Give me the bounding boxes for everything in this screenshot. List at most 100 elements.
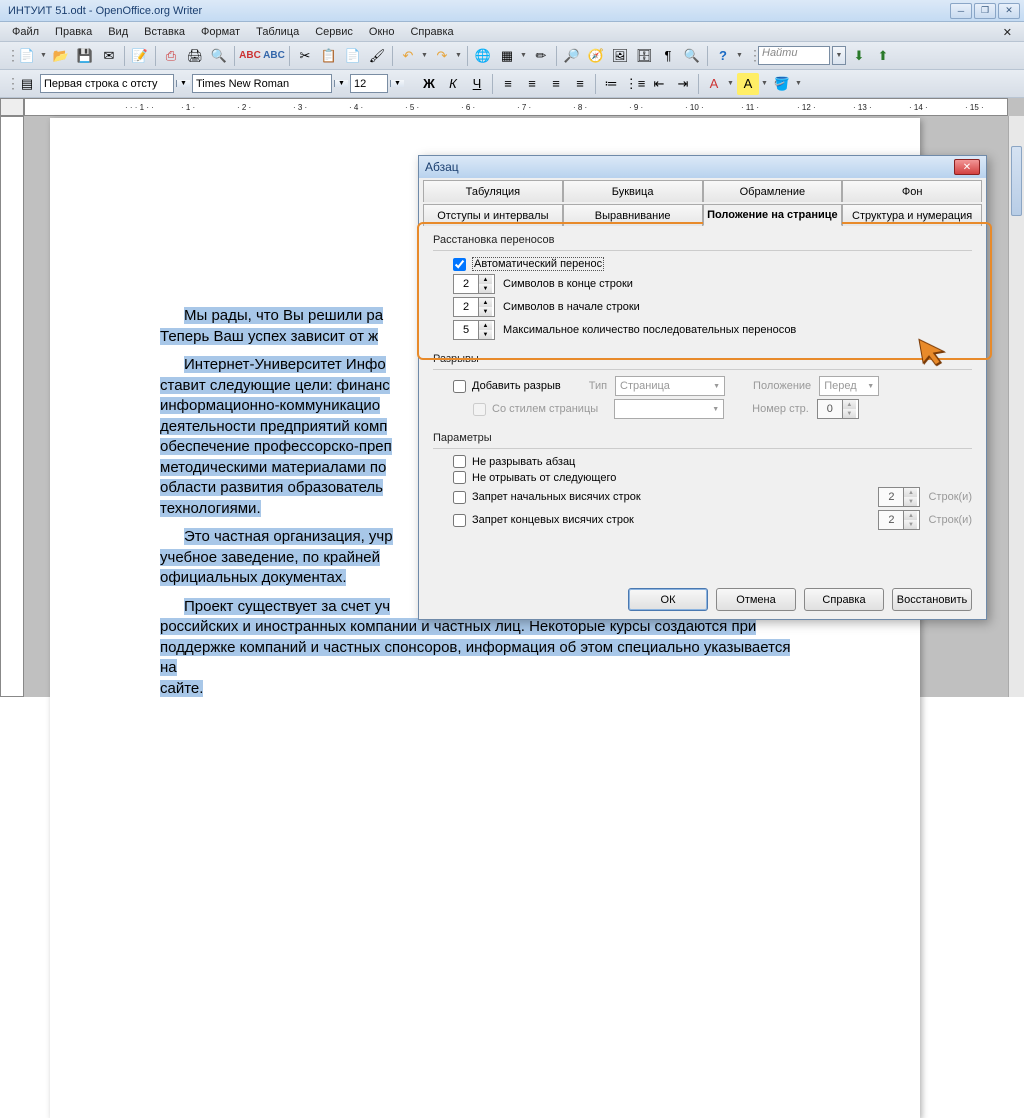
auto-hyphenation-checkbox[interactable]: Автоматический перенос bbox=[453, 257, 972, 271]
orphan-checkbox[interactable]: Запрет начальных висячих строк bbox=[453, 491, 641, 504]
insert-break-checkbox[interactable]: Добавить разрыв bbox=[453, 380, 561, 393]
bold-icon[interactable]: Ж bbox=[418, 73, 440, 95]
menu-table[interactable]: Таблица bbox=[248, 24, 307, 40]
tab-background[interactable]: Фон bbox=[842, 180, 982, 202]
drawing-icon[interactable]: ✏ bbox=[530, 45, 552, 67]
help-button[interactable]: Справка bbox=[804, 588, 884, 611]
dialog-close-button[interactable]: ✕ bbox=[954, 159, 980, 175]
print-icon[interactable]: 🖨 bbox=[184, 45, 206, 67]
menu-help[interactable]: Справка bbox=[402, 24, 461, 40]
horizontal-ruler[interactable]: · · · 1 · ·· 1 ·· 2 ·· 3 ·· 4 ·· 5 ·· 6 … bbox=[24, 98, 1008, 116]
max-hyphens-spinner[interactable]: ▲▼ bbox=[453, 320, 495, 340]
tab-indents[interactable]: Отступы и интервалы bbox=[423, 204, 563, 226]
tab-textflow[interactable]: Положение на странице bbox=[703, 204, 843, 226]
bg-color-icon[interactable]: 🪣 bbox=[771, 73, 793, 95]
align-center-icon[interactable]: ≡ bbox=[521, 73, 543, 95]
document-close-icon[interactable]: ✕ bbox=[995, 24, 1020, 41]
widow-checkbox[interactable]: Запрет концевых висячих строк bbox=[453, 514, 634, 527]
open-icon[interactable]: 📂 bbox=[50, 45, 72, 67]
tab-numbering[interactable]: Структура и нумерация bbox=[842, 204, 982, 226]
menu-insert[interactable]: Вставка bbox=[136, 24, 193, 40]
navigator-icon[interactable]: 🧭 bbox=[585, 45, 607, 67]
new-doc-icon[interactable]: 📄 bbox=[16, 45, 38, 67]
save-icon[interactable]: 💾 bbox=[74, 45, 96, 67]
tab-tabulation[interactable]: Табуляция bbox=[423, 180, 563, 202]
breaks-group: Разрывы Добавить разрыв Тип Страница▼ По… bbox=[433, 353, 972, 432]
search-up-icon[interactable]: ⬆ bbox=[872, 45, 894, 67]
paste-icon[interactable]: 📄 bbox=[342, 45, 364, 67]
keep-together-checkbox[interactable]: Не разрывать абзац bbox=[453, 455, 575, 468]
highlight-color-icon[interactable]: A bbox=[737, 73, 759, 95]
preview-icon[interactable]: 🔍 bbox=[208, 45, 230, 67]
start-chars-spinner[interactable]: ▲▼ bbox=[453, 297, 495, 317]
keep-next-checkbox[interactable]: Не отрывать от следующего bbox=[453, 471, 616, 484]
max-hyphens-label: Максимальное количество последовательных… bbox=[503, 324, 796, 336]
bullet-list-icon[interactable]: ⋮≡ bbox=[624, 73, 646, 95]
pdf-icon[interactable]: ⎙ bbox=[160, 45, 182, 67]
tab-dropcap[interactable]: Буквица bbox=[563, 180, 703, 202]
toolbar-handle-3[interactable] bbox=[6, 73, 12, 95]
search-down-icon[interactable]: ⬇ bbox=[848, 45, 870, 67]
increase-indent-icon[interactable]: ⇥ bbox=[672, 73, 694, 95]
hyperlink-icon[interactable]: 🌐 bbox=[472, 45, 494, 67]
orphan-spinner: ▲▼ bbox=[878, 487, 920, 507]
align-justify-icon[interactable]: ≡ bbox=[569, 73, 591, 95]
tab-alignment[interactable]: Выравнивание bbox=[563, 204, 703, 226]
autospell-icon[interactable]: ABC bbox=[263, 45, 285, 67]
datasource-icon[interactable]: 🗄 bbox=[633, 45, 655, 67]
numbered-list-icon[interactable]: ≔ bbox=[600, 73, 622, 95]
decrease-indent-icon[interactable]: ⇤ bbox=[648, 73, 670, 95]
redo-icon[interactable]: ↷ bbox=[431, 45, 453, 67]
ok-button[interactable]: ОК bbox=[628, 588, 708, 611]
italic-icon[interactable]: К bbox=[442, 73, 464, 95]
edit-doc-icon[interactable]: 📝 bbox=[129, 45, 151, 67]
menu-view[interactable]: Вид bbox=[100, 24, 136, 40]
vertical-scrollbar[interactable] bbox=[1008, 116, 1024, 697]
table-icon[interactable]: ▦ bbox=[496, 45, 518, 67]
toolbar-handle-2[interactable] bbox=[748, 45, 754, 67]
end-chars-spinner[interactable]: ▲▼ bbox=[453, 274, 495, 294]
toolbar-handle[interactable] bbox=[6, 45, 12, 67]
hyphenation-legend: Расстановка переносов bbox=[433, 234, 972, 251]
window-close-button[interactable]: ✕ bbox=[998, 3, 1020, 19]
vertical-ruler[interactable] bbox=[0, 116, 24, 697]
spellcheck-icon[interactable]: ABC bbox=[239, 45, 261, 67]
options-legend: Параметры bbox=[433, 432, 972, 449]
zoom-icon[interactable]: 🔍 bbox=[681, 45, 703, 67]
cancel-button[interactable]: Отмена bbox=[716, 588, 796, 611]
menu-file[interactable]: Файл bbox=[4, 24, 47, 40]
paragraph-dialog: Абзац ✕ Табуляция Буквица Обрамление Фон… bbox=[418, 155, 987, 620]
hyphenation-group: Расстановка переносов Автоматический пер… bbox=[433, 234, 972, 353]
nonprint-icon[interactable]: ¶ bbox=[657, 45, 679, 67]
menu-tools[interactable]: Сервис bbox=[307, 24, 361, 40]
underline-icon[interactable]: Ч bbox=[466, 73, 488, 95]
menu-format[interactable]: Формат bbox=[193, 24, 248, 40]
undo-icon[interactable]: ↶ bbox=[397, 45, 419, 67]
menu-edit[interactable]: Правка bbox=[47, 24, 100, 40]
gallery-icon[interactable]: 🖼 bbox=[609, 45, 631, 67]
minimize-button[interactable]: ─ bbox=[950, 3, 972, 19]
auto-hyphen-check[interactable] bbox=[453, 258, 466, 271]
cut-icon[interactable]: ✂ bbox=[294, 45, 316, 67]
font-name-select[interactable]: Times New Roman bbox=[192, 74, 332, 93]
tab-borders[interactable]: Обрамление bbox=[703, 180, 843, 202]
find-icon[interactable]: 🔎 bbox=[561, 45, 583, 67]
font-size-select[interactable]: 12 bbox=[350, 74, 388, 93]
font-color-icon[interactable]: A bbox=[703, 73, 725, 95]
reset-button[interactable]: Восстановить bbox=[892, 588, 972, 611]
format-paint-icon[interactable]: 🖌 bbox=[366, 45, 388, 67]
copy-icon[interactable]: 📋 bbox=[318, 45, 340, 67]
align-right-icon[interactable]: ≡ bbox=[545, 73, 567, 95]
help-icon[interactable]: ? bbox=[712, 45, 734, 67]
menu-window[interactable]: Окно bbox=[361, 24, 403, 40]
start-chars-label: Символов в начале строки bbox=[503, 301, 640, 313]
search-input[interactable]: Найти bbox=[758, 46, 830, 65]
page-style-checkbox: Со стилем страницы bbox=[473, 403, 598, 416]
dialog-titlebar[interactable]: Абзац ✕ bbox=[419, 156, 986, 178]
align-left-icon[interactable]: ≡ bbox=[497, 73, 519, 95]
styles-icon[interactable]: ▤ bbox=[16, 73, 38, 95]
mail-icon[interactable]: ✉ bbox=[98, 45, 120, 67]
break-type-select: Страница▼ bbox=[615, 376, 725, 396]
paragraph-style-select[interactable]: Первая строка с отсту bbox=[40, 74, 174, 93]
maximize-button[interactable]: ❐ bbox=[974, 3, 996, 19]
